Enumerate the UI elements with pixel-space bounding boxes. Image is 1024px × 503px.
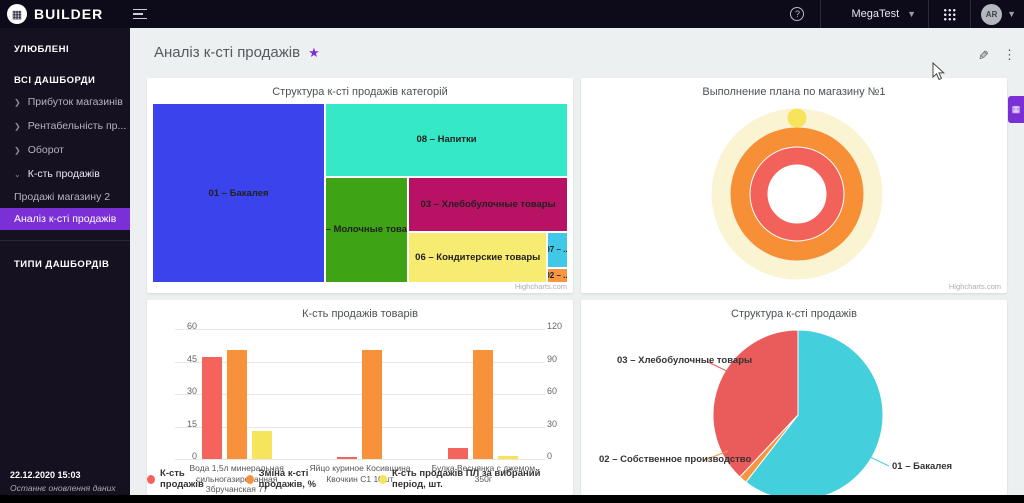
bar-chart-plot (175, 329, 545, 460)
legend-marker (378, 474, 387, 484)
sidebar: УЛЮБЛЕНІ ВСІ ДАШБОРДИ ❯ Прибуток магазин… (0, 28, 130, 503)
treemap-block[interactable]: 02 – ... (547, 267, 568, 283)
chevron-right-icon: ❯ (14, 121, 21, 131)
top-bar: ▦ BUILDER ? MegaTest ▼ AR ▼ (0, 0, 1024, 28)
chevron-down-icon[interactable]: ▼ (907, 9, 916, 19)
sidebar-item-kst-prodazhiv[interactable]: ⌄ К-сть продажів (0, 162, 130, 186)
sidebar-subitem-analiz-ksti-prodazhiv[interactable]: Аналіз к-сті продажів (0, 208, 130, 230)
bar-chart-title: К-сть продажів товарів (302, 308, 418, 320)
avatar[interactable]: AR (981, 3, 1003, 25)
treemap-block-label: 08 – Напитки (416, 134, 477, 146)
chevron-right-icon: ❯ (14, 145, 21, 155)
main-content: Аналіз к-сті продажів ★ ✎ ⋮ Структура к-… (130, 28, 1024, 503)
topbar-separator (970, 0, 972, 28)
treemap-block-label: 07 – ... (548, 245, 568, 255)
dashboard-widget-fab[interactable]: ▦ (1008, 96, 1024, 123)
legend-item[interactable]: Зміна к-сті продажів, % (245, 468, 357, 490)
sidebar-footer: 22.12.2020 15:03 Останнє оновлення даних (0, 470, 126, 493)
bar-chart-legend: К-сть продажів Зміна к-сті продажів, % К… (147, 468, 573, 490)
sidebar-item-pributok[interactable]: ❯ Прибуток магазинів (0, 90, 130, 114)
treemap-card: Структура к-сті продажів категорій 01 – … (147, 78, 573, 293)
pie-chart-card: Структура к-сті продажів 03 – Хлебобулоч… (581, 300, 1007, 495)
highcharts-credit[interactable]: Highcharts.com (515, 282, 567, 291)
sidebar-divider (0, 240, 130, 241)
treemap-block-label: 02 – ... (548, 270, 568, 280)
treemap-plot: 01 – Бакалея 08 – Напитки 04 – Молочные то… (152, 103, 568, 283)
bar-group (422, 329, 545, 459)
brand-title: BUILDER (34, 6, 104, 22)
page-title: Аналіз к-сті продажів (154, 44, 301, 61)
treemap-block-label: 04 – Молочные товары (325, 224, 408, 236)
bar[interactable] (448, 448, 469, 459)
gauge-card: Выполнение плана по магазину №1 Highchar… (581, 78, 1007, 293)
pie-label-01: 01 – Бакалея (892, 461, 953, 472)
kebab-menu-icon[interactable]: ⋮ (1003, 47, 1016, 63)
builder-logo-icon: ▦ (7, 4, 27, 24)
workspace-selector[interactable]: MegaTest (821, 8, 907, 20)
chevron-right-icon: ❯ (14, 97, 21, 107)
edit-pencil-icon[interactable]: ✎ (978, 48, 989, 64)
apps-grid-icon[interactable] (943, 7, 957, 21)
treemap-block-label: 03 – Хлебобулочные товары (420, 198, 556, 210)
highcharts-credit[interactable]: Highcharts.com (949, 282, 1001, 291)
pie-connector (867, 455, 890, 467)
treemap-block[interactable]: 03 – Хлебобулочные товары (408, 176, 568, 232)
last-update-timestamp: 22.12.2020 15:03 (10, 470, 81, 480)
treemap-block[interactable]: 08 – Напитки (325, 103, 568, 177)
bar[interactable] (226, 349, 247, 459)
gauge-plot (711, 108, 883, 280)
favorites-header: УЛЮБЛЕНІ (14, 44, 70, 55)
legend-item[interactable]: К-сть продажів (147, 468, 224, 490)
bar-group (175, 329, 298, 459)
topbar-separator (928, 0, 930, 28)
treemap-block[interactable]: 01 – Бакалея (152, 103, 326, 283)
gauge-ring-inner[interactable] (750, 147, 844, 241)
bar[interactable] (251, 430, 272, 459)
dashboard-types-header: ТИПИ ДАШБОРДІВ (14, 259, 110, 270)
sidebar-item-oborot[interactable]: ❯ Оборот (0, 138, 130, 162)
chevron-down-icon[interactable]: ▼ (1007, 9, 1016, 19)
sidebar-subitem-prodazhi-magazinu-2[interactable]: Продажі магазину 2 (0, 186, 130, 208)
treemap-block[interactable]: 07 – ... (547, 231, 568, 268)
bar[interactable] (337, 457, 358, 459)
treemap-block[interactable]: 04 – Молочные товары (325, 176, 409, 283)
bar[interactable] (473, 349, 494, 459)
bar[interactable] (362, 349, 383, 459)
y-axis-left: 60 45 30 15 0 (186, 321, 197, 461)
pie-label-02: 02 – Собственное производство (599, 454, 752, 465)
bottom-bar (0, 495, 1024, 503)
treemap-title: Структура к-сті продажів категорій (272, 86, 448, 98)
bar-group (298, 329, 421, 459)
favorite-star-icon[interactable]: ★ (308, 45, 320, 61)
bar[interactable] (201, 357, 222, 459)
all-dashboards-header: ВСІ ДАШБОРДИ (14, 75, 96, 86)
last-update-caption: Останнє оновлення даних (10, 483, 116, 493)
legend-marker (147, 474, 156, 484)
gauge-ring-outer-progress[interactable] (787, 108, 807, 128)
pie-label-03: 03 – Хлебобулочные товары (617, 355, 753, 366)
help-icon[interactable]: ? (790, 7, 805, 21)
bar[interactable] (498, 455, 519, 459)
treemap-block-label: 01 – Бакалея (208, 187, 269, 199)
treemap-block-label: 06 – Кондитерские товары (415, 251, 541, 263)
sidebar-item-rentabelnist[interactable]: ❯ Рентабельність пр... (0, 114, 130, 138)
y-axis-right: 120 90 60 30 0 (547, 321, 563, 461)
legend-marker (245, 474, 254, 484)
bar-chart-card: К-сть продажів товарів 60 45 30 15 0 120… (147, 300, 573, 495)
legend-item[interactable]: К-сть продажів ПЛ за вибраний період, шт… (378, 468, 573, 490)
treemap-block[interactable]: 06 – Кондитерские товары (408, 231, 548, 283)
sidebar-collapse-icon[interactable] (133, 8, 148, 20)
chevron-down-icon: ⌄ (14, 169, 21, 179)
